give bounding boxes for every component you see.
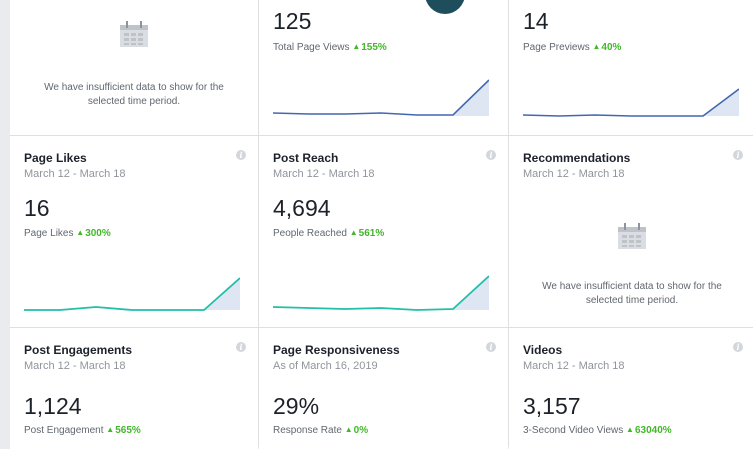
info-icon[interactable]: i <box>733 342 743 352</box>
sparkline-chart <box>273 79 489 116</box>
card-page-responsiveness[interactable]: Page Responsiveness As of March 16, 2019… <box>259 328 508 449</box>
message-line-2: selected time period. <box>585 295 679 306</box>
card-videos[interactable]: Videos March 12 - March 18 i 3,157 3-Sec… <box>509 328 753 449</box>
growth-indicator: 0% <box>345 425 368 436</box>
sparkline-line <box>24 277 240 311</box>
metric-value: 29% <box>273 393 320 419</box>
calendar-icon <box>120 21 148 47</box>
growth-indicator: 155% <box>352 42 387 53</box>
date-range: As of March 16, 2019 <box>273 360 378 372</box>
info-icon[interactable]: i <box>733 150 743 160</box>
info-icon[interactable]: i <box>236 150 246 160</box>
metric-label: Page Previews 40% <box>523 42 621 53</box>
metric-label: Page Likes 300% <box>24 228 111 239</box>
metric-label: Total Page Views 155% <box>273 42 387 53</box>
info-icon[interactable]: i <box>486 342 496 352</box>
card-page-views[interactable]: 125 Total Page Views 155% <box>259 0 508 135</box>
insufficient-data-message: We have insufficient data to show for th… <box>509 280 753 308</box>
metric-value: 125 <box>273 8 312 34</box>
growth-indicator: 300% <box>76 228 111 239</box>
growth-indicator: 63040% <box>626 425 672 436</box>
metric-label: 3-Second Video Views 63040% <box>523 425 672 436</box>
metric-value: 14 <box>523 8 549 34</box>
sparkline-line <box>273 79 489 116</box>
metric-label-text: Total Page Views <box>273 42 350 53</box>
metric-label: People Reached 561% <box>273 228 384 239</box>
message-line-1: We have insufficient data to show for th… <box>44 82 224 93</box>
sparkline-line <box>273 275 489 311</box>
insufficient-data-message: We have insufficient data to show for th… <box>10 81 258 109</box>
growth-indicator: 565% <box>106 425 141 436</box>
date-range: March 12 - March 18 <box>24 168 126 180</box>
date-range: March 12 - March 18 <box>24 360 126 372</box>
info-icon[interactable]: i <box>236 342 246 352</box>
date-range: March 12 - March 18 <box>273 168 375 180</box>
message-line-1: We have insufficient data to show for th… <box>542 281 722 292</box>
metric-label-text: Page Previews <box>523 42 590 53</box>
card-title: Page Likes <box>24 151 87 165</box>
card-title: Page Responsiveness <box>273 343 400 357</box>
card-page-likes[interactable]: Page Likes March 12 - March 18 i 16 Page… <box>10 136 258 327</box>
metric-label-text: 3-Second Video Views <box>523 425 624 436</box>
growth-indicator: 40% <box>592 42 621 53</box>
card-page-previews[interactable]: 14 Page Previews 40% <box>509 0 753 135</box>
card-title: Post Engagements <box>24 343 133 357</box>
card-title: Videos <box>523 343 563 357</box>
card-recommendations[interactable]: Recommendations March 12 - March 18 i We… <box>509 136 753 327</box>
card-insufficient-data: We have insufficient data to show for th… <box>10 0 258 135</box>
date-range: March 12 - March 18 <box>523 168 625 180</box>
message-line-2: selected time period. <box>87 96 181 107</box>
card-post-engagements[interactable]: Post Engagements March 12 - March 18 i 1… <box>10 328 258 449</box>
metric-label: Response Rate 0% <box>273 425 368 436</box>
date-range: March 12 - March 18 <box>523 360 625 372</box>
card-title: Recommendations <box>523 151 631 165</box>
metric-label-text: People Reached <box>273 228 347 239</box>
metric-value: 1,124 <box>24 393 82 419</box>
sparkline-chart <box>24 277 240 311</box>
metric-value: 16 <box>24 195 50 221</box>
card-post-reach[interactable]: Post Reach March 12 - March 18 i 4,694 P… <box>259 136 508 327</box>
info-icon[interactable]: i <box>486 150 496 160</box>
sparkline-chart <box>523 88 739 117</box>
metric-label-text: Response Rate <box>273 425 342 436</box>
calendar-icon <box>618 223 646 249</box>
metric-label-text: Post Engagement <box>24 425 104 436</box>
insights-grid: We have insufficient data to show for th… <box>10 0 753 449</box>
metric-value: 3,157 <box>523 393 581 419</box>
sparkline-chart <box>273 275 489 311</box>
metric-label-text: Page Likes <box>24 228 74 239</box>
card-title: Post Reach <box>273 151 339 165</box>
metric-label: Post Engagement 565% <box>24 425 141 436</box>
sparkline-line <box>523 88 739 117</box>
growth-indicator: 561% <box>350 228 385 239</box>
metric-value: 4,694 <box>273 195 331 221</box>
